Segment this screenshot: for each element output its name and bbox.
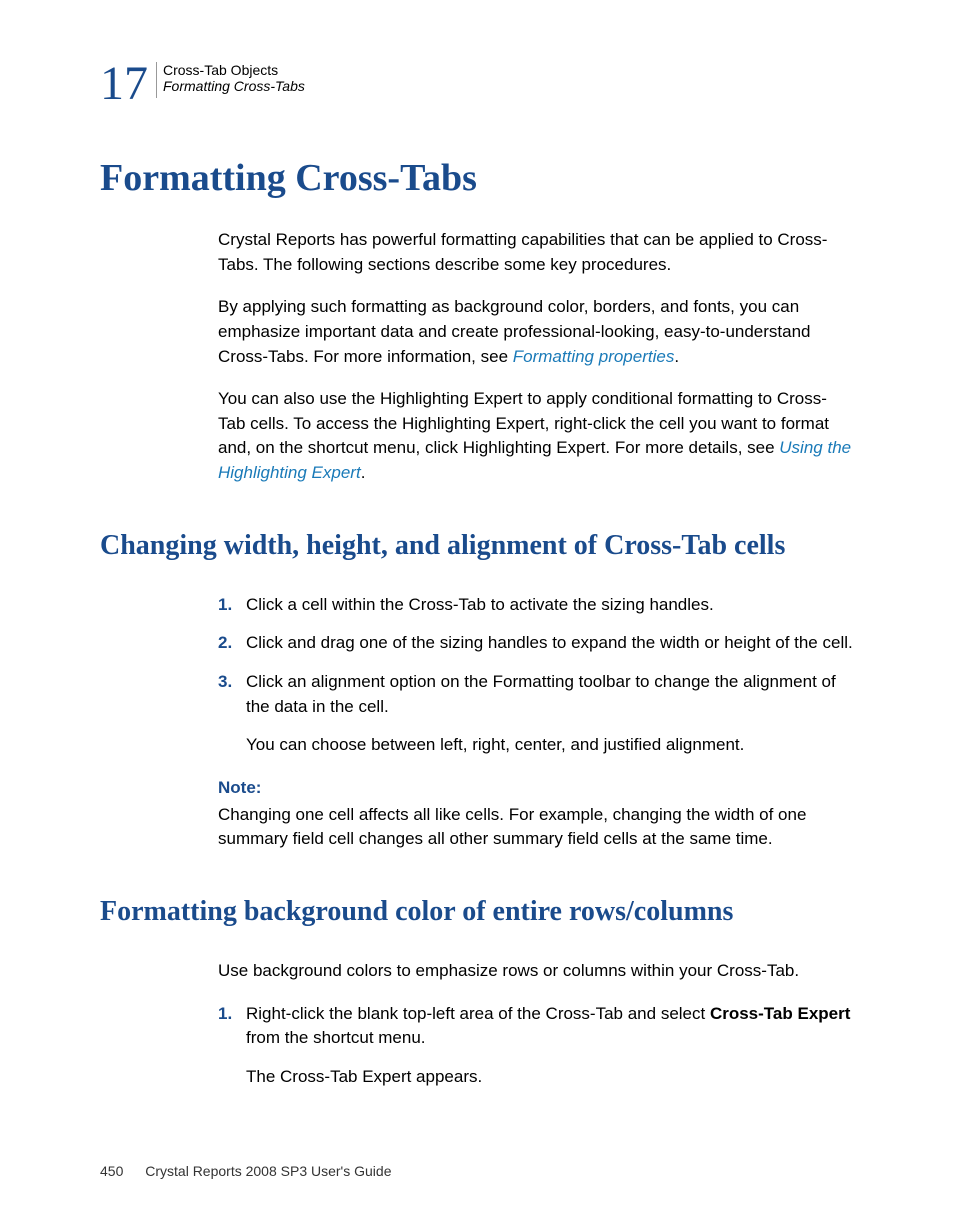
- intro-p3-text-b: .: [361, 463, 366, 482]
- section1-steps: 1. Click a cell within the Cross-Tab to …: [218, 593, 854, 720]
- section2-sub-para: The Cross-Tab Expert appears.: [246, 1065, 854, 1090]
- step-text-b: from the shortcut menu.: [246, 1028, 426, 1047]
- list-item: 3. Click an alignment option on the Form…: [218, 670, 854, 719]
- intro-para-2: By applying such formatting as backgroun…: [218, 295, 854, 369]
- note-block: Note: Changing one cell affects all like…: [218, 776, 854, 852]
- footer-guide-title: Crystal Reports 2008 SP3 User's Guide: [145, 1163, 391, 1179]
- section1-sub-para: You can choose between left, right, cent…: [246, 733, 854, 758]
- note-label: Note:: [218, 776, 854, 801]
- page-title: Formatting Cross-Tabs: [100, 156, 854, 200]
- step-text: Click an alignment option on the Formatt…: [246, 670, 854, 719]
- section1-title: Changing width, height, and alignment of…: [100, 528, 854, 563]
- intro-para-3: You can also use the Highlighting Expert…: [218, 387, 854, 486]
- intro-p2-text-b: .: [674, 347, 679, 366]
- note-text: Changing one cell affects all like cells…: [218, 803, 854, 852]
- intro-block: Crystal Reports has powerful formatting …: [218, 228, 854, 486]
- header-breadcrumb-2: Formatting Cross-Tabs: [163, 78, 305, 94]
- intro-para-1: Crystal Reports has powerful formatting …: [218, 228, 854, 277]
- header-divider: [156, 62, 157, 98]
- section2-intro: Use background colors to emphasize rows …: [218, 959, 854, 984]
- step-text: Click and drag one of the sizing handles…: [246, 631, 854, 656]
- page-header: 17 Cross-Tab Objects Formatting Cross-Ta…: [100, 60, 854, 108]
- footer-page-number: 450: [100, 1163, 123, 1179]
- page-footer: 450 Crystal Reports 2008 SP3 User's Guid…: [100, 1163, 391, 1179]
- list-item: 1. Click a cell within the Cross-Tab to …: [218, 593, 854, 618]
- list-item: 2. Click and drag one of the sizing hand…: [218, 631, 854, 656]
- step-text: Click a cell within the Cross-Tab to act…: [246, 593, 854, 618]
- step-text-a: Right-click the blank top-left area of t…: [246, 1004, 710, 1023]
- link-formatting-properties[interactable]: Formatting properties: [513, 347, 675, 366]
- header-breadcrumb-1: Cross-Tab Objects: [163, 62, 305, 78]
- step-number: 3.: [218, 670, 246, 719]
- list-item: 1. Right-click the blank top-left area o…: [218, 1002, 854, 1051]
- chapter-number: 17: [100, 60, 148, 108]
- header-text: Cross-Tab Objects Formatting Cross-Tabs: [163, 60, 305, 94]
- intro-p3-text-a: You can also use the Highlighting Expert…: [218, 389, 829, 457]
- section2-steps: 1. Right-click the blank top-left area o…: [218, 1002, 854, 1051]
- step-number: 1.: [218, 593, 246, 618]
- step-number: 2.: [218, 631, 246, 656]
- step-text-bold: Cross-Tab Expert: [710, 1004, 850, 1023]
- step-number: 1.: [218, 1002, 246, 1051]
- section2-intro-block: Use background colors to emphasize rows …: [218, 959, 854, 984]
- section2-title: Formatting background color of entire ro…: [100, 894, 854, 929]
- step-text: Right-click the blank top-left area of t…: [246, 1002, 854, 1051]
